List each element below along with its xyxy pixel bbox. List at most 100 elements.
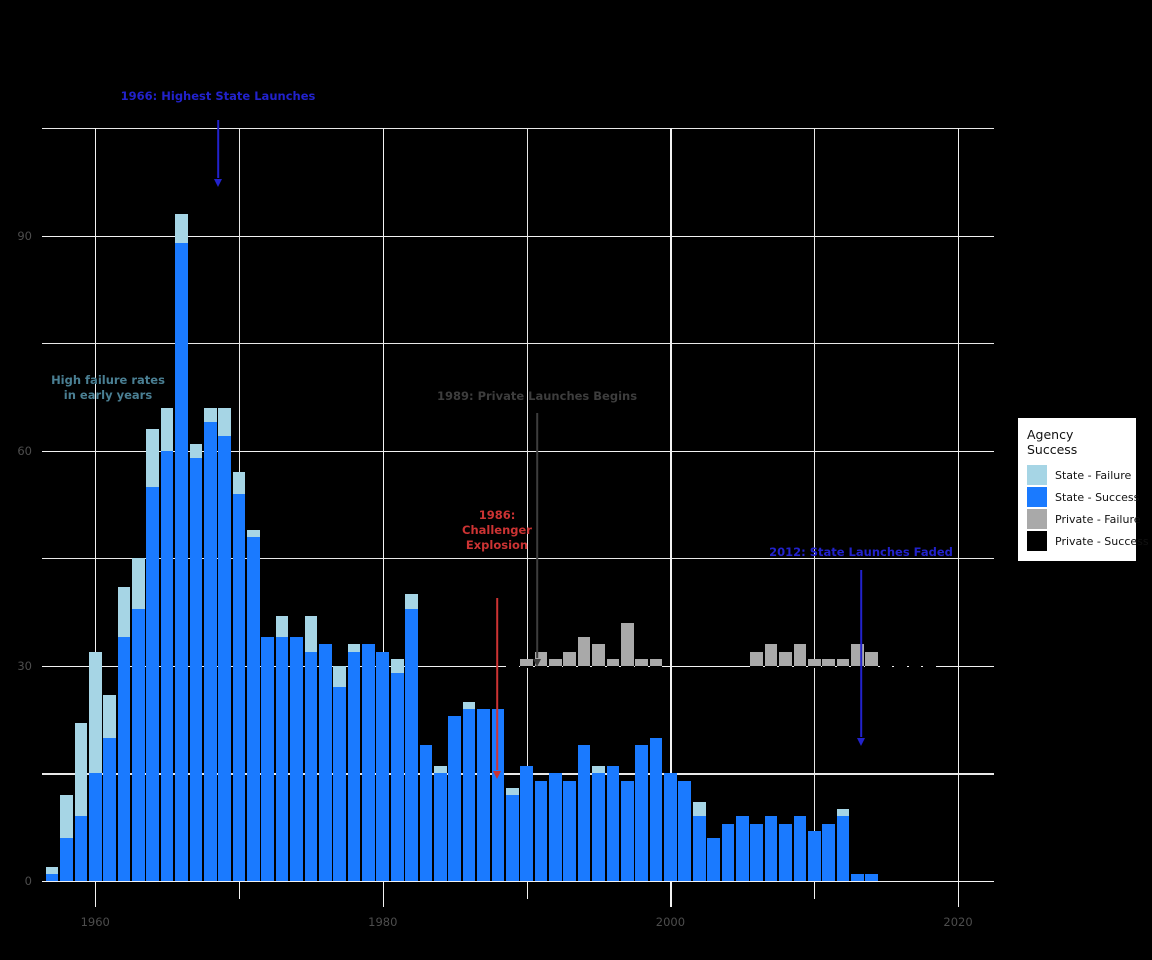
state-failure-segment bbox=[218, 407, 231, 437]
state-success-segment bbox=[45, 873, 59, 881]
state-success-segment bbox=[793, 816, 807, 881]
private-bar bbox=[764, 644, 778, 668]
state-bar bbox=[132, 558, 145, 881]
state-bar bbox=[275, 615, 289, 881]
state-bar bbox=[103, 694, 116, 881]
state-bar bbox=[160, 407, 174, 881]
state-bar bbox=[434, 766, 447, 881]
x-axis-tick-label: 1980 bbox=[368, 915, 398, 929]
state-failure-segment bbox=[390, 658, 404, 674]
state-bar bbox=[606, 766, 620, 881]
state-bar bbox=[707, 837, 720, 881]
x-axis-tick-label: 2000 bbox=[655, 915, 686, 929]
state-failure-segment bbox=[45, 866, 59, 874]
state-success-segment bbox=[318, 644, 332, 881]
state-bar bbox=[462, 701, 476, 881]
state-bar bbox=[620, 780, 634, 881]
legend-label: Private - Failure bbox=[1055, 512, 1141, 526]
state-bar bbox=[448, 716, 462, 881]
state-failure-segment bbox=[117, 586, 131, 638]
state-bar bbox=[520, 766, 533, 881]
legend-item[interactable]: Private - Failure bbox=[1027, 508, 1141, 530]
state-success-segment bbox=[736, 816, 749, 881]
state-success-segment bbox=[434, 773, 447, 881]
x-axis-tick-mark bbox=[958, 881, 960, 907]
y-axis-tick-label: 0 bbox=[24, 874, 32, 888]
private-bar bbox=[549, 658, 562, 668]
state-bar bbox=[74, 723, 88, 881]
state-bar bbox=[175, 214, 188, 881]
state-bar bbox=[333, 665, 346, 881]
private-failure-segment bbox=[865, 651, 879, 666]
plot-area bbox=[42, 128, 994, 883]
legend-swatch bbox=[1027, 465, 1047, 485]
state-success-segment bbox=[74, 816, 88, 881]
state-bar bbox=[635, 744, 648, 881]
state-bar bbox=[419, 744, 433, 881]
state-failure-segment bbox=[203, 407, 217, 423]
state-bar bbox=[318, 644, 332, 881]
private-bar bbox=[822, 658, 835, 668]
x-axis-tick-label: 1960 bbox=[80, 915, 110, 929]
private-bar bbox=[592, 644, 605, 668]
state-bar bbox=[247, 529, 260, 881]
private-failure-segment bbox=[750, 651, 764, 666]
private-success-segment bbox=[879, 665, 893, 668]
state-failure-segment bbox=[405, 594, 418, 609]
private-bar bbox=[750, 651, 764, 668]
legend-swatch bbox=[1027, 531, 1047, 551]
state-failure-segment bbox=[434, 766, 447, 774]
state-bar bbox=[390, 658, 404, 881]
state-success-segment bbox=[462, 708, 476, 881]
state-success-segment bbox=[175, 242, 188, 881]
state-bar bbox=[146, 429, 160, 881]
state-success-segment bbox=[707, 837, 720, 881]
private-bar bbox=[606, 658, 620, 668]
state-failure-segment bbox=[347, 644, 361, 652]
private-failure-segment bbox=[807, 658, 821, 666]
gridline-horizontal bbox=[42, 881, 994, 883]
annotation-peak-state: 1966: Highest State Launches bbox=[120, 89, 316, 103]
legend-item[interactable]: State - Success bbox=[1027, 486, 1139, 508]
state-failure-segment bbox=[175, 214, 188, 243]
state-bar bbox=[45, 866, 59, 881]
private-failure-segment bbox=[793, 644, 807, 666]
state-success-segment bbox=[88, 773, 102, 881]
state-success-segment bbox=[520, 766, 533, 881]
x-axis-minor-tick-mark bbox=[526, 881, 528, 899]
state-success-segment bbox=[851, 873, 864, 881]
legend-item[interactable]: State - Failure bbox=[1027, 464, 1131, 486]
state-bar bbox=[577, 744, 591, 881]
state-bar bbox=[736, 816, 749, 881]
state-bar bbox=[477, 708, 490, 881]
state-success-segment bbox=[620, 780, 634, 881]
legend-swatch bbox=[1027, 509, 1047, 529]
annotation-state-faded: 2012: State Launches Faded bbox=[769, 545, 953, 559]
private-failure-segment bbox=[563, 651, 577, 666]
private-bar bbox=[779, 651, 792, 668]
state-bar bbox=[692, 802, 706, 881]
gridline-vertical bbox=[670, 128, 672, 881]
state-bar bbox=[851, 873, 864, 881]
private-failure-segment bbox=[592, 644, 605, 666]
gridline-vertical bbox=[958, 128, 960, 881]
legend-item[interactable]: Private - Success bbox=[1027, 530, 1149, 552]
y-axis-tick-label: 60 bbox=[17, 443, 32, 458]
private-success-segment bbox=[908, 665, 922, 668]
x-axis-minor-tick-mark bbox=[814, 881, 816, 899]
state-bar bbox=[836, 809, 850, 881]
state-failure-segment bbox=[692, 802, 706, 817]
state-failure-segment bbox=[505, 787, 519, 795]
chart-canvas: 0 30 60 90 1960 1980 2000 2020 1966: Highest S… bbox=[0, 0, 1152, 960]
state-success-segment bbox=[477, 708, 490, 881]
private-bar bbox=[505, 664, 519, 668]
state-failure-segment bbox=[333, 665, 346, 688]
annotation-early-failures: High failure rates in early years bbox=[51, 373, 165, 402]
state-success-segment bbox=[549, 773, 562, 881]
state-success-segment bbox=[304, 651, 318, 881]
x-axis-tick-label: 2020 bbox=[943, 915, 973, 929]
annotation-state-faded-arrow bbox=[855, 570, 867, 746]
state-bar bbox=[649, 737, 663, 881]
state-success-segment bbox=[764, 816, 778, 881]
private-failure-segment bbox=[836, 658, 850, 666]
